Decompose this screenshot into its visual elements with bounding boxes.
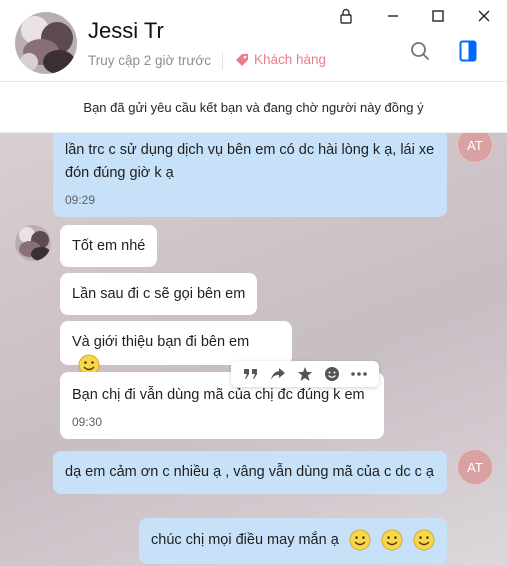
star-icon[interactable] bbox=[295, 364, 315, 384]
contact-name: Jessi Tr bbox=[88, 18, 164, 43]
message-bubble-incoming[interactable]: Lần sau đi c sẽ gọi bên em bbox=[60, 273, 258, 315]
sender-avatar[interactable]: AT bbox=[457, 133, 493, 163]
customer-tag-label: Khách hàng bbox=[254, 52, 327, 67]
customer-tag[interactable]: Khách hàng bbox=[235, 52, 326, 67]
message-time: 09:29 bbox=[65, 193, 96, 207]
contact-avatar-small[interactable] bbox=[15, 225, 51, 261]
smile-emoji-icon bbox=[413, 529, 435, 551]
message-action-toolbar bbox=[231, 361, 379, 387]
tag-icon bbox=[236, 53, 248, 66]
friend-request-text: Bạn đã gửi yêu cầu kết bạn và đang chờ n… bbox=[83, 100, 424, 115]
quote-icon[interactable] bbox=[241, 364, 261, 384]
message-bubble-outgoing[interactable]: chúc chị mọi điều may mắn ạ bbox=[139, 518, 447, 564]
message-text: Bạn chị đi vẫn dùng mã của chị đc đúng k… bbox=[72, 387, 365, 403]
message-bubble-outgoing[interactable]: dạ em cảm ơn c nhiều ạ , vâng vẫn dùng m… bbox=[53, 451, 447, 494]
share-icon[interactable] bbox=[268, 364, 288, 384]
sender-avatar[interactable]: AT bbox=[457, 449, 493, 485]
message-text: chúc chị mọi điều may mắn ạ bbox=[151, 532, 339, 548]
message-bubble-outgoing[interactable]: lần trc c sử dụng dịch vụ bên em có dc h… bbox=[53, 133, 447, 217]
chat-message-area[interactable]: lần trc c sử dụng dịch vụ bên em có dc h… bbox=[0, 133, 507, 566]
emoji-icon[interactable] bbox=[322, 364, 342, 384]
last-seen-status: Truy cập 2 giờ trước bbox=[88, 53, 212, 68]
message-text: Lần sau đi c sẽ gọi bên em bbox=[72, 286, 246, 302]
smile-emoji-icon bbox=[349, 529, 371, 551]
lock-icon[interactable] bbox=[334, 5, 358, 27]
message-text: lần trc c sử dụng dịch vụ bên em có dc h… bbox=[65, 142, 435, 181]
message-time: 09:30 bbox=[72, 415, 103, 429]
smile-emoji-icon bbox=[381, 529, 403, 551]
message-text: Tốt em nhé bbox=[72, 238, 146, 254]
minimize-button[interactable] bbox=[381, 5, 405, 27]
chat-header: Jessi Tr Truy cập 2 giờ trước Khách hàng bbox=[0, 0, 507, 82]
search-icon[interactable] bbox=[407, 38, 433, 64]
close-button[interactable] bbox=[472, 5, 496, 27]
maximize-button[interactable] bbox=[426, 5, 450, 27]
message-text: Và giới thiệu bạn đi bên em bbox=[72, 334, 250, 350]
message-bubble-incoming[interactable]: Tốt em nhé bbox=[60, 225, 158, 267]
message-bubble-incoming[interactable]: Và giới thiệu bạn đi bên em bbox=[60, 321, 292, 376]
contact-avatar[interactable] bbox=[15, 12, 77, 74]
message-text: dạ em cảm ơn c nhiều ạ , vâng vẫn dùng m… bbox=[65, 464, 434, 480]
divider bbox=[222, 52, 223, 70]
friend-request-banner: Bạn đã gửi yêu cầu kết bạn và đang chờ n… bbox=[0, 83, 507, 133]
side-panel-toggle-icon[interactable] bbox=[455, 38, 481, 64]
more-icon[interactable] bbox=[349, 364, 369, 384]
